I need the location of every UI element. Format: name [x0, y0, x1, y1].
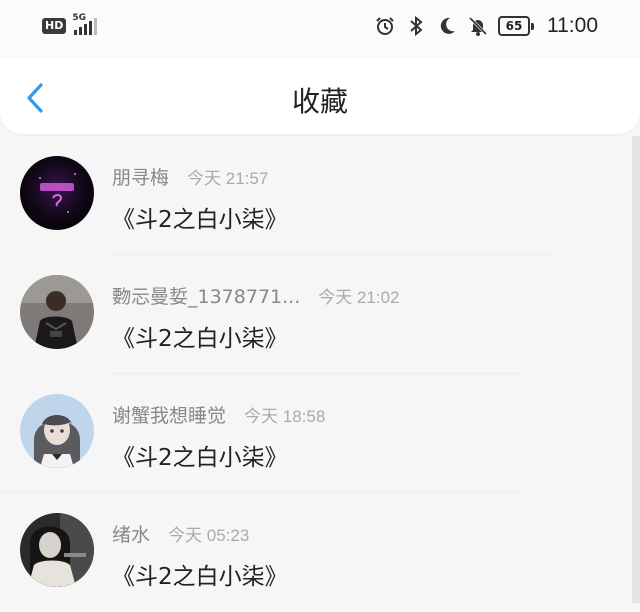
status-clock: 11:00 [547, 14, 598, 37]
favorite-content[interactable]: 《斗2之白小柒》 [112, 200, 288, 234]
page-title: 收藏 [291, 85, 348, 118]
user-name[interactable]: 朋寻梅 [112, 163, 169, 190]
favorite-content[interactable]: 《斗2之白小柒》 [112, 319, 288, 353]
timestamp: 今天 21:02 [318, 288, 400, 307]
avatar[interactable] [20, 394, 94, 468]
item-meta: 朋寻梅 今天 21:57 [112, 163, 268, 190]
favorite-item[interactable]: 覅忈曼娎_1378771... 今天 21:02 《斗2之白小柒》 [0, 255, 632, 374]
avatar[interactable] [20, 156, 94, 230]
hd-badge: HD [42, 18, 67, 34]
scrollbar[interactable] [632, 136, 640, 603]
favorite-item[interactable]: 谢蟹我想睡觉 今天 18:58 《斗2之白小柒》 [0, 374, 632, 493]
battery-level: 65 [498, 16, 530, 36]
moon-icon [436, 15, 458, 37]
timestamp: 今天 05:23 [168, 526, 250, 545]
status-left: HD 5G [42, 13, 98, 35]
timestamp: 今天 18:58 [244, 407, 326, 426]
item-meta: 覅忈曼娎_1378771... 今天 21:02 [112, 282, 400, 309]
alarm-icon [374, 15, 396, 37]
avatar[interactable] [20, 513, 94, 587]
timestamp: 今天 21:57 [187, 169, 269, 188]
signal-icon: 5G [72, 13, 98, 35]
status-right: 65 11:00 [374, 14, 598, 38]
avatar[interactable] [20, 275, 94, 349]
favorites-list: 朋寻梅 今天 21:57 《斗2之白小柒》 覅忈曼娎_1378771... 今天… [0, 136, 632, 612]
user-name[interactable]: 谢蟹我想睡觉 [112, 401, 226, 428]
bluetooth-icon [405, 15, 427, 37]
favorite-item[interactable]: 绪水 今天 05:23 《斗2之白小柒》 [0, 493, 632, 612]
network-type: 5G [72, 13, 86, 23]
favorite-item[interactable]: 朋寻梅 今天 21:57 《斗2之白小柒》 [0, 136, 632, 255]
user-name[interactable]: 绪水 [112, 520, 150, 547]
mute-bell-icon [467, 15, 489, 37]
item-meta: 绪水 今天 05:23 [112, 520, 249, 547]
battery-icon: 65 [498, 16, 534, 36]
favorite-content[interactable]: 《斗2之白小柒》 [112, 557, 288, 591]
status-bar: HD 5G 65 11:00 [0, 0, 640, 58]
nav-header: 收藏 [0, 58, 640, 134]
item-meta: 谢蟹我想睡觉 今天 18:58 [112, 401, 325, 428]
favorite-content[interactable]: 《斗2之白小柒》 [112, 438, 288, 472]
user-name[interactable]: 覅忈曼娎_1378771... [112, 282, 300, 309]
